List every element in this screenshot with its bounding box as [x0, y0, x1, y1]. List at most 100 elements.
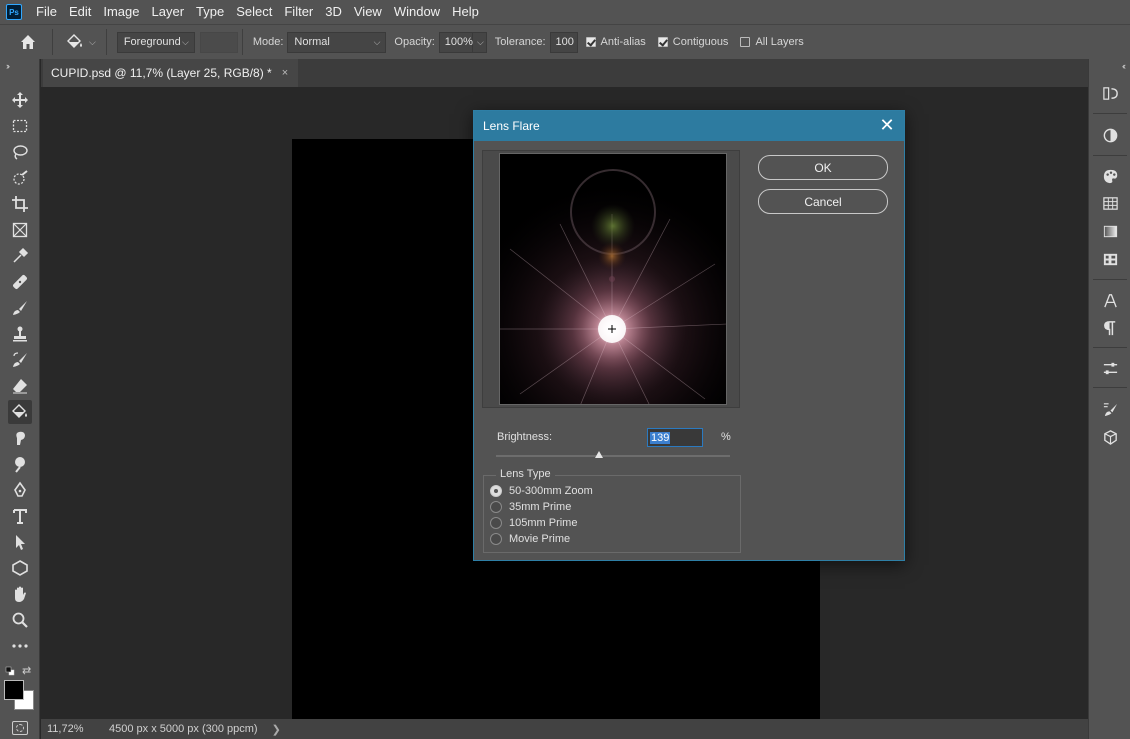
document-tab[interactable]: CUPID.psd @ 11,7% (Layer 25, RGB/8) * × [43, 59, 299, 87]
marquee-icon[interactable] [8, 114, 32, 138]
hand-icon[interactable] [8, 582, 32, 606]
document-size: 4500 px x 5000 px (300 ppcm) [109, 723, 258, 735]
dodge-icon[interactable] [8, 452, 32, 476]
antialias-checkbox[interactable] [585, 37, 596, 47]
menu-layer[interactable]: Layer [146, 0, 191, 24]
move-icon[interactable] [8, 88, 32, 112]
history-brush-icon[interactable] [8, 348, 32, 372]
photoshop-logo[interactable]: Ps [6, 4, 22, 20]
radio-selected[interactable] [490, 485, 502, 497]
cancel-button[interactable]: Cancel [758, 189, 888, 214]
quick-mask-icon[interactable] [12, 721, 28, 735]
menu-select[interactable]: Select [230, 0, 278, 24]
default-colors-icon[interactable] [5, 665, 15, 676]
flare-preview-image [500, 154, 726, 404]
fill-source-value: Foreground [123, 36, 181, 48]
contiguous-label: Contiguous [672, 36, 729, 48]
dialog-title-bar[interactable]: Lens Flare ✕ [474, 111, 904, 141]
brightness-value: 139 [650, 431, 671, 444]
chevron-down-icon: ⌵ [182, 36, 189, 47]
menu-help[interactable]: Help [446, 0, 485, 24]
zoom-icon[interactable] [8, 608, 32, 632]
opacity-dropdown[interactable]: ⌵ [472, 31, 487, 53]
expand-panels-icon[interactable]: ‹‹ [1122, 61, 1126, 71]
brightness-slider-thumb[interactable] [595, 451, 603, 458]
paint-bucket-tool-icon[interactable]: ⌵ [65, 33, 96, 51]
menu-window[interactable]: Window [388, 0, 446, 24]
tolerance-input[interactable]: 100 [549, 31, 578, 53]
color-palette-icon[interactable] [1100, 166, 1120, 186]
radio-unselected[interactable] [490, 517, 502, 529]
opacity-input[interactable]: 100% [438, 31, 473, 53]
menu-image[interactable]: Image [97, 0, 145, 24]
document-tab-title: CUPID.psd @ 11,7% (Layer 25, RGB/8) * [51, 66, 272, 80]
menu-type[interactable]: Type [190, 0, 230, 24]
properties-panel-icon[interactable] [1100, 358, 1120, 378]
close-icon[interactable]: × [282, 67, 288, 79]
character-panel-icon[interactable] [1100, 290, 1120, 310]
mode-select[interactable]: Normal ⌵ [287, 31, 387, 53]
menu-edit[interactable]: Edit [63, 0, 97, 24]
lens-option-35mm[interactable]: 35mm Prime [490, 501, 571, 513]
healing-icon[interactable] [8, 270, 32, 294]
eyedropper-icon[interactable] [8, 244, 32, 268]
path-select-icon[interactable] [8, 530, 32, 554]
brightness-input[interactable]: 139 [647, 428, 703, 447]
menu-filter[interactable]: Filter [278, 0, 319, 24]
ok-button[interactable]: OK [758, 155, 888, 180]
shape-icon[interactable] [8, 556, 32, 580]
radio-unselected[interactable] [490, 501, 502, 513]
tolerance-label: Tolerance: [494, 36, 546, 48]
quick-select-icon[interactable] [8, 166, 32, 190]
lens-option-movie[interactable]: Movie Prime [490, 533, 570, 545]
status-menu-arrow-icon[interactable]: ❯ [258, 723, 281, 736]
preview-frame [482, 150, 740, 408]
paragraph-panel-icon[interactable] [1100, 318, 1120, 338]
lens-option-label: 50-300mm Zoom [509, 485, 593, 497]
swap-colors-icon[interactable]: ⇄ [22, 664, 31, 677]
fill-source-select[interactable]: Foreground ⌵ [116, 31, 195, 53]
opacity-label: Opacity: [394, 36, 435, 48]
home-icon[interactable] [18, 32, 38, 52]
3d-panel-icon[interactable] [1100, 427, 1120, 447]
lens-option-label: 35mm Prime [509, 501, 572, 513]
lens-option-50-300mm[interactable]: 50-300mm Zoom [490, 485, 593, 497]
all-layers-checkbox[interactable] [740, 37, 751, 47]
pen-icon[interactable] [8, 478, 32, 502]
type-icon[interactable] [8, 504, 32, 528]
smudge-icon[interactable] [8, 426, 32, 450]
paint-bucket-icon[interactable] [8, 400, 32, 424]
contiguous-checkbox[interactable] [657, 37, 668, 47]
menu-view[interactable]: View [348, 0, 388, 24]
menu-file[interactable]: File [30, 0, 63, 24]
dialog-title: Lens Flare [483, 119, 540, 133]
panel-dock: ‹‹ [1088, 59, 1130, 739]
eraser-icon[interactable] [8, 374, 32, 398]
adjustments-panel-icon[interactable] [1100, 125, 1120, 145]
flare-preview[interactable] [499, 153, 727, 405]
menu-3d[interactable]: 3D [319, 0, 348, 24]
more-icon[interactable] [8, 634, 32, 658]
brushes-panel-icon[interactable] [1100, 399, 1120, 419]
all-layers-label: All Layers [755, 36, 804, 48]
tools-panel: ›› ⇄ [0, 59, 40, 739]
zoom-level[interactable]: 11,72% [41, 723, 84, 735]
lasso-icon[interactable] [8, 140, 32, 164]
brush-icon[interactable] [8, 296, 32, 320]
patterns-icon[interactable] [1100, 249, 1120, 269]
brightness-slider-track[interactable] [496, 455, 730, 457]
lens-option-label: Movie Prime [509, 533, 571, 545]
stamp-icon[interactable] [8, 322, 32, 346]
radio-unselected[interactable] [490, 533, 502, 545]
frame-icon[interactable] [8, 218, 32, 242]
mode-label: Mode: [252, 36, 284, 48]
swatches-grid-icon[interactable] [1100, 193, 1120, 213]
crop-icon[interactable] [8, 192, 32, 216]
close-icon[interactable]: ✕ [878, 116, 896, 134]
foreground-color-swatch[interactable] [4, 680, 24, 700]
lens-option-105mm[interactable]: 105mm Prime [490, 517, 577, 529]
collapse-panel-icon[interactable]: ›› [6, 61, 10, 71]
gradients-icon[interactable] [1100, 221, 1120, 241]
opacity-value: 100% [444, 36, 473, 48]
history-panel-icon[interactable] [1100, 83, 1120, 103]
